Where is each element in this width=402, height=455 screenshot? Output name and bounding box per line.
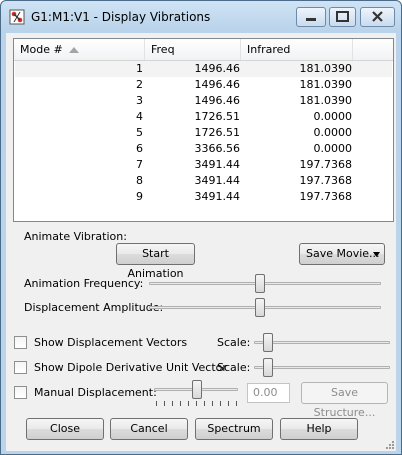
cell-freq: 3491.44 [194, 158, 241, 171]
gaussview-app-icon [9, 9, 25, 25]
show-dipole-derivative-label: Show Dipole Derivative Unit Vector [34, 361, 227, 374]
title-bar[interactable]: G1:M1:V1 - Display Vibrations [1, 1, 401, 31]
cell-ir: 181.0390 [299, 78, 353, 91]
sort-ascending-icon [69, 47, 79, 53]
display-vibrations-window: G1:M1:V1 - Display Vibrations Mode # Fre… [0, 0, 402, 455]
manual-displacement-label: Manual Displacement: [34, 386, 157, 399]
animate-vibration-label: Animate Vibration: [24, 230, 127, 243]
table-row[interactable]: 9 3491.44 197.7368 [15, 189, 392, 205]
cell-freq: 3366.56 [194, 142, 241, 155]
minimize-icon [306, 18, 316, 21]
cell-ir: 0.0000 [313, 126, 353, 139]
cell-mode: 5 [136, 126, 143, 139]
cell-freq: 1496.46 [194, 62, 241, 75]
displacement-amplitude-slider[interactable] [255, 298, 265, 317]
cell-mode: 1 [136, 62, 143, 75]
displacement-amplitude-label: Displacement Amplitude: [24, 301, 164, 314]
vectors-scale-label: Scale: [217, 336, 251, 349]
cell-ir: 0.0000 [313, 142, 353, 155]
manual-displacement-value[interactable]: 0.00 [247, 383, 290, 403]
show-displacement-vectors-checkbox[interactable] [14, 336, 27, 349]
tick-mark [220, 401, 221, 406]
cell-ir: 181.0390 [299, 62, 353, 75]
save-movie-button[interactable]: Save Movie... [299, 243, 385, 265]
dropdown-arrow-icon [373, 252, 380, 257]
resize-grip-icon[interactable] [384, 439, 394, 449]
cell-freq: 1496.46 [194, 78, 241, 91]
list-header: Mode # Freq Infrared [14, 39, 393, 61]
dipole-scale-label: Scale: [217, 361, 251, 374]
cell-ir: 197.7368 [299, 174, 353, 187]
animation-frequency-slider[interactable] [255, 274, 265, 293]
cell-mode: 3 [136, 94, 143, 107]
cell-mode: 4 [136, 110, 143, 123]
tick-mark [164, 401, 165, 406]
manual-displacement-ticks [156, 401, 238, 406]
manual-displacement-slider[interactable] [192, 380, 202, 399]
tick-mark [156, 401, 157, 406]
dialog-body: Mode # Freq Infrared 1 1496.46 181.0390 2 14… [6, 33, 396, 451]
cancel-button[interactable]: Cancel [110, 418, 188, 440]
help-button[interactable]: Help [280, 418, 358, 440]
cell-freq: 3491.44 [194, 190, 241, 203]
dipole-scale-track [254, 366, 390, 369]
start-animation-button[interactable]: Start Animation [116, 243, 195, 280]
dipole-scale-slider[interactable] [263, 358, 273, 377]
tick-mark [228, 401, 229, 406]
displacement-amplitude-track [149, 306, 381, 309]
cell-mode: 7 [136, 158, 143, 171]
manual-displacement-checkbox[interactable] [14, 386, 27, 399]
column-header-mode-label: Mode # [20, 43, 63, 56]
column-header-infrared[interactable]: Infrared [241, 39, 353, 60]
modes-list[interactable]: Mode # Freq Infrared 1 1496.46 181.0390 2 14… [13, 38, 394, 222]
show-dipole-derivative-checkbox[interactable] [14, 361, 27, 374]
tick-mark [204, 401, 205, 406]
table-row[interactable]: 7 3491.44 197.7368 [15, 157, 392, 173]
tick-mark [172, 401, 173, 406]
table-row[interactable]: 4 1726.51 0.0000 [15, 109, 392, 125]
table-row[interactable]: 5 1726.51 0.0000 [15, 125, 392, 141]
minimize-button[interactable] [296, 7, 326, 27]
table-row[interactable]: 3 1496.46 181.0390 [15, 93, 392, 109]
column-header-mode[interactable]: Mode # [14, 39, 145, 60]
vectors-scale-slider[interactable] [263, 333, 273, 352]
spectrum-button[interactable]: Spectrum [195, 418, 273, 440]
cell-ir: 197.7368 [299, 190, 353, 203]
table-row[interactable]: 2 1496.46 181.0390 [15, 77, 392, 93]
tick-mark [188, 401, 189, 406]
tick-mark [180, 401, 181, 406]
cell-mode: 8 [136, 174, 143, 187]
cell-mode: 2 [136, 78, 143, 91]
animate-vibration-group: Animate Vibration: Start Animation Save … [13, 227, 394, 329]
cell-ir: 181.0390 [299, 94, 353, 107]
save-structure-button[interactable]: Save Structure... [301, 382, 388, 419]
table-row[interactable]: 8 3491.44 197.7368 [15, 173, 392, 189]
animation-frequency-label: Animation Frequency: [24, 277, 144, 290]
cell-freq: 1726.51 [194, 126, 241, 139]
cell-freq: 1496.46 [194, 94, 241, 107]
close-window-button[interactable] [360, 7, 395, 27]
close-icon [372, 11, 383, 22]
tick-mark [236, 401, 237, 406]
close-button[interactable]: Close [26, 418, 104, 440]
table-row[interactable]: 6 3366.56 0.0000 [15, 141, 392, 157]
cell-freq: 3491.44 [194, 174, 241, 187]
tick-mark [212, 401, 213, 406]
animation-frequency-track [149, 282, 381, 285]
table-row[interactable]: 1 1496.46 181.0390 [15, 61, 392, 77]
cell-mode: 6 [136, 142, 143, 155]
maximize-button[interactable] [329, 7, 356, 27]
window-title: G1:M1:V1 - Display Vibrations [31, 10, 211, 24]
cell-freq: 1726.51 [194, 110, 241, 123]
maximize-icon [336, 11, 349, 22]
show-displacement-vectors-label: Show Displacement Vectors [34, 336, 188, 349]
cell-ir: 0.0000 [313, 110, 353, 123]
cell-ir: 197.7368 [299, 158, 353, 171]
vectors-scale-track [254, 341, 390, 344]
save-movie-label: Save Movie... [306, 247, 380, 260]
column-header-freq[interactable]: Freq [145, 39, 241, 60]
cell-mode: 9 [136, 190, 143, 203]
tick-mark [196, 401, 197, 406]
